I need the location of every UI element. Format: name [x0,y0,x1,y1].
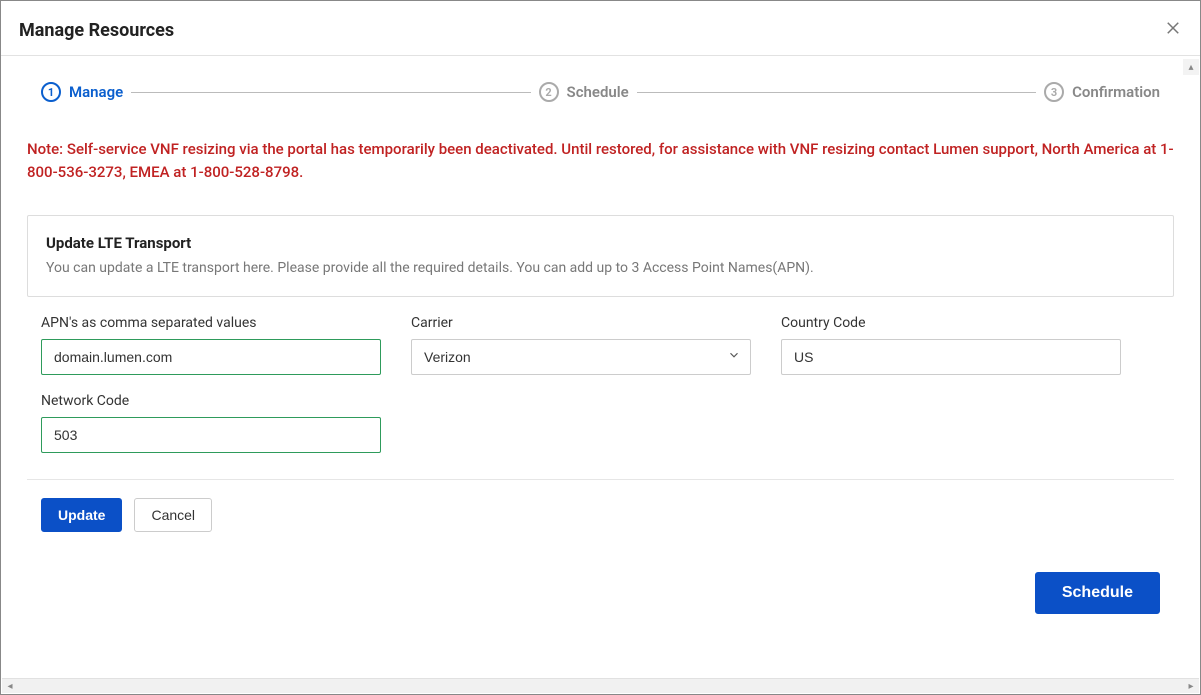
step-manage[interactable]: 1 Manage [41,82,123,102]
country-code-input[interactable] [781,339,1121,375]
panel-description: You can update a LTE transport here. Ple… [46,260,1155,276]
close-icon[interactable] [1164,19,1182,41]
step-number: 2 [539,82,559,102]
carrier-select-value[interactable] [411,339,751,375]
step-confirmation[interactable]: 3 Confirmation [1044,82,1160,102]
network-code-label: Network Code [41,393,381,409]
scroll-right-arrow-icon[interactable]: ▸ [1183,679,1199,693]
scrollbar-track[interactable] [18,679,1183,693]
carrier-label: Carrier [411,315,751,331]
panel-title: Update LTE Transport [46,234,1155,252]
step-label: Confirmation [1072,83,1160,101]
scroll-left-arrow-icon[interactable]: ◂ [2,679,18,693]
scroll-up-arrow-icon[interactable]: ▴ [1183,59,1199,75]
country-code-label: Country Code [781,315,1121,331]
step-number: 1 [41,82,61,102]
step-label: Schedule [567,83,629,101]
step-label: Manage [69,83,123,101]
dialog-title: Manage Resources [19,20,174,41]
step-number: 3 [1044,82,1064,102]
form-divider [27,479,1174,480]
cancel-button[interactable]: Cancel [134,498,212,532]
schedule-button[interactable]: Schedule [1035,572,1160,614]
warning-note: Note: Self-service VNF resizing via the … [27,138,1174,185]
update-button[interactable]: Update [41,498,122,532]
apn-label: APN's as comma separated values [41,315,381,331]
step-connector [131,92,530,93]
update-lte-panel: Update LTE Transport You can update a LT… [27,215,1174,297]
apn-input[interactable] [41,339,381,375]
wizard-stepper: 1 Manage 2 Schedule 3 Confirmation [27,56,1174,120]
step-connector [637,92,1036,93]
horizontal-scrollbar[interactable]: ◂ ▸ [2,678,1199,693]
network-code-input[interactable] [41,417,381,453]
step-schedule[interactable]: 2 Schedule [539,82,629,102]
carrier-select[interactable] [411,339,751,375]
